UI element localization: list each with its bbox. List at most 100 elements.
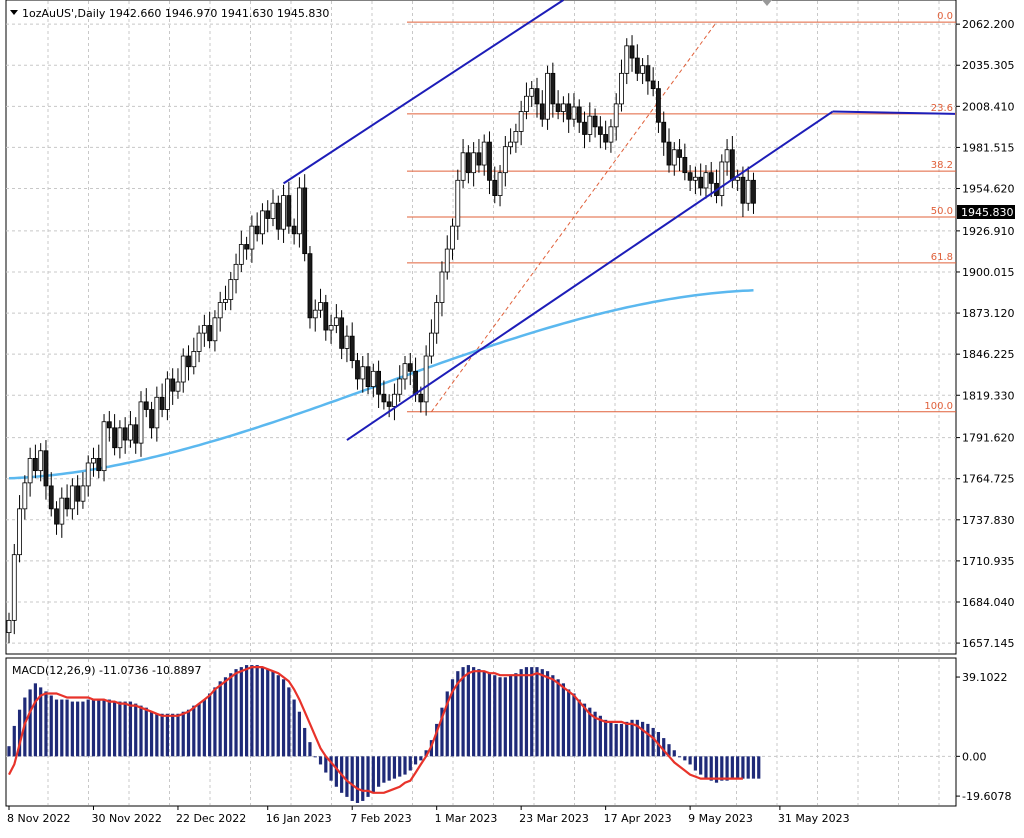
macd-histogram-bar [149,711,154,757]
macd-histogram-bar [229,673,233,757]
candle-body [260,210,265,235]
macd-histogram-bar [91,699,96,757]
macd-histogram-bar [197,703,201,757]
chart-window[interactable]: 0.0 23.6 38.2 50.0 61.8 100.0 2062.200 2035.30… [0,0,1024,834]
macd-histogram-bar [371,756,375,793]
candle-body [22,482,28,510]
candle-body [397,378,403,395]
candle-body [91,458,96,464]
time-tick-label: 30 Nov 2022 [91,812,161,825]
candle-body [502,146,508,174]
price-tick-label: 2008.410 [962,100,1015,113]
candle-body [328,325,334,331]
macd-histogram-bar [186,709,191,757]
candle-body [333,317,339,326]
time-tick-label: 22 Dec 2022 [176,812,246,825]
candle-body [75,485,81,502]
macd-histogram-bar [709,756,713,781]
macd-histogram-bar [408,756,412,771]
candle-body [128,424,133,441]
time-tick-label: 7 Feb 2023 [350,812,411,825]
price-tick-label: 1737.830 [962,514,1015,527]
candle-body [650,80,656,90]
candle-body [661,121,667,143]
macd-histogram-bar [530,667,534,757]
macd-histogram-bar [361,756,365,801]
candle-body [117,427,123,449]
candle-body [428,332,434,357]
candle-body [444,248,450,273]
macd-histogram-bar [260,667,265,757]
macd-histogram-bar [720,756,724,781]
time-tick-label: 1 Mar 2023 [435,812,498,825]
macd-histogram-bar [181,711,185,757]
macd-histogram-bar [128,701,133,757]
macd-histogram-bar [54,699,59,757]
macd-tick-label: 0.00 [962,750,987,763]
macd-histogram-bar [318,756,323,765]
macd-histogram-bar [334,756,338,787]
macd-histogram-bar [313,756,317,758]
macd-histogram-bar [403,756,407,775]
macd-histogram-bar [614,723,618,757]
macd-histogram-bar [556,679,560,757]
macd-histogram-bar [699,756,703,775]
candle-body [143,401,149,410]
candle-body [465,152,471,174]
candle-body [561,103,566,112]
candle-body [360,366,366,380]
macd-histogram-bar [519,669,523,757]
candle-body [434,302,440,334]
macd-histogram-bar [487,673,492,757]
candle-body [687,172,693,181]
macd-histogram-bar [619,723,624,757]
time-tick-label: 23 Mar 2023 [519,812,589,825]
macd-histogram-bar [65,699,69,757]
macd-histogram-bar [245,665,249,757]
macd-histogram-bar [102,699,106,757]
candle-body [545,72,550,120]
macd-histogram-bar [503,677,507,757]
candle-body [418,393,424,403]
candle-body [54,508,59,525]
macd-histogram-bar [271,671,275,757]
time-tick-label: 31 May 2023 [778,812,850,825]
candle-body [608,126,614,143]
macd-histogram-bar [239,667,243,757]
candle-body [624,45,630,74]
macd-histogram-bar [625,721,629,757]
macd-histogram-bar [567,689,571,757]
candle-body [154,396,160,429]
macd-histogram-bar [609,721,613,757]
candle-body [43,450,49,487]
macd-histogram-bar [202,699,206,757]
macd-histogram-bar [281,679,286,757]
candle-body [597,126,603,135]
candle-body [529,88,535,97]
candle-body [645,65,651,82]
macd-histogram-bar [683,756,687,761]
macd-histogram-bar [118,701,122,757]
candle-body [133,424,139,444]
candle-body [38,450,44,472]
candle-body [376,370,382,395]
macd-histogram-bar [113,701,117,757]
price-axis[interactable]: 2062.200 2035.305 2008.410 1981.515 1954.620… [956,18,1015,803]
macd-histogram-bar [598,715,602,757]
macd-histogram-bar [477,669,481,757]
candle-body [497,172,503,196]
candle-body [613,103,619,128]
macd-histogram-bar [392,756,397,779]
macd-histogram-bar [493,675,497,757]
candle-body [740,176,746,204]
time-axis[interactable]: 8 Nov 2022 30 Nov 2022 22 Dec 2022 16 Jan 2… [7,806,850,825]
macd-histogram-bar [377,756,381,787]
candle-body [196,332,202,352]
macd-histogram-bar [160,713,164,757]
chart-svg[interactable]: 0.0 23.6 38.2 50.0 61.8 100.0 2062.200 2035.30… [0,0,1024,834]
macd-histogram-bar [218,681,222,757]
price-tick-label: 1819.330 [962,389,1015,402]
macd-histogram-bar [757,756,761,779]
macd-histogram-bar [688,756,692,765]
candle-body [106,421,112,429]
